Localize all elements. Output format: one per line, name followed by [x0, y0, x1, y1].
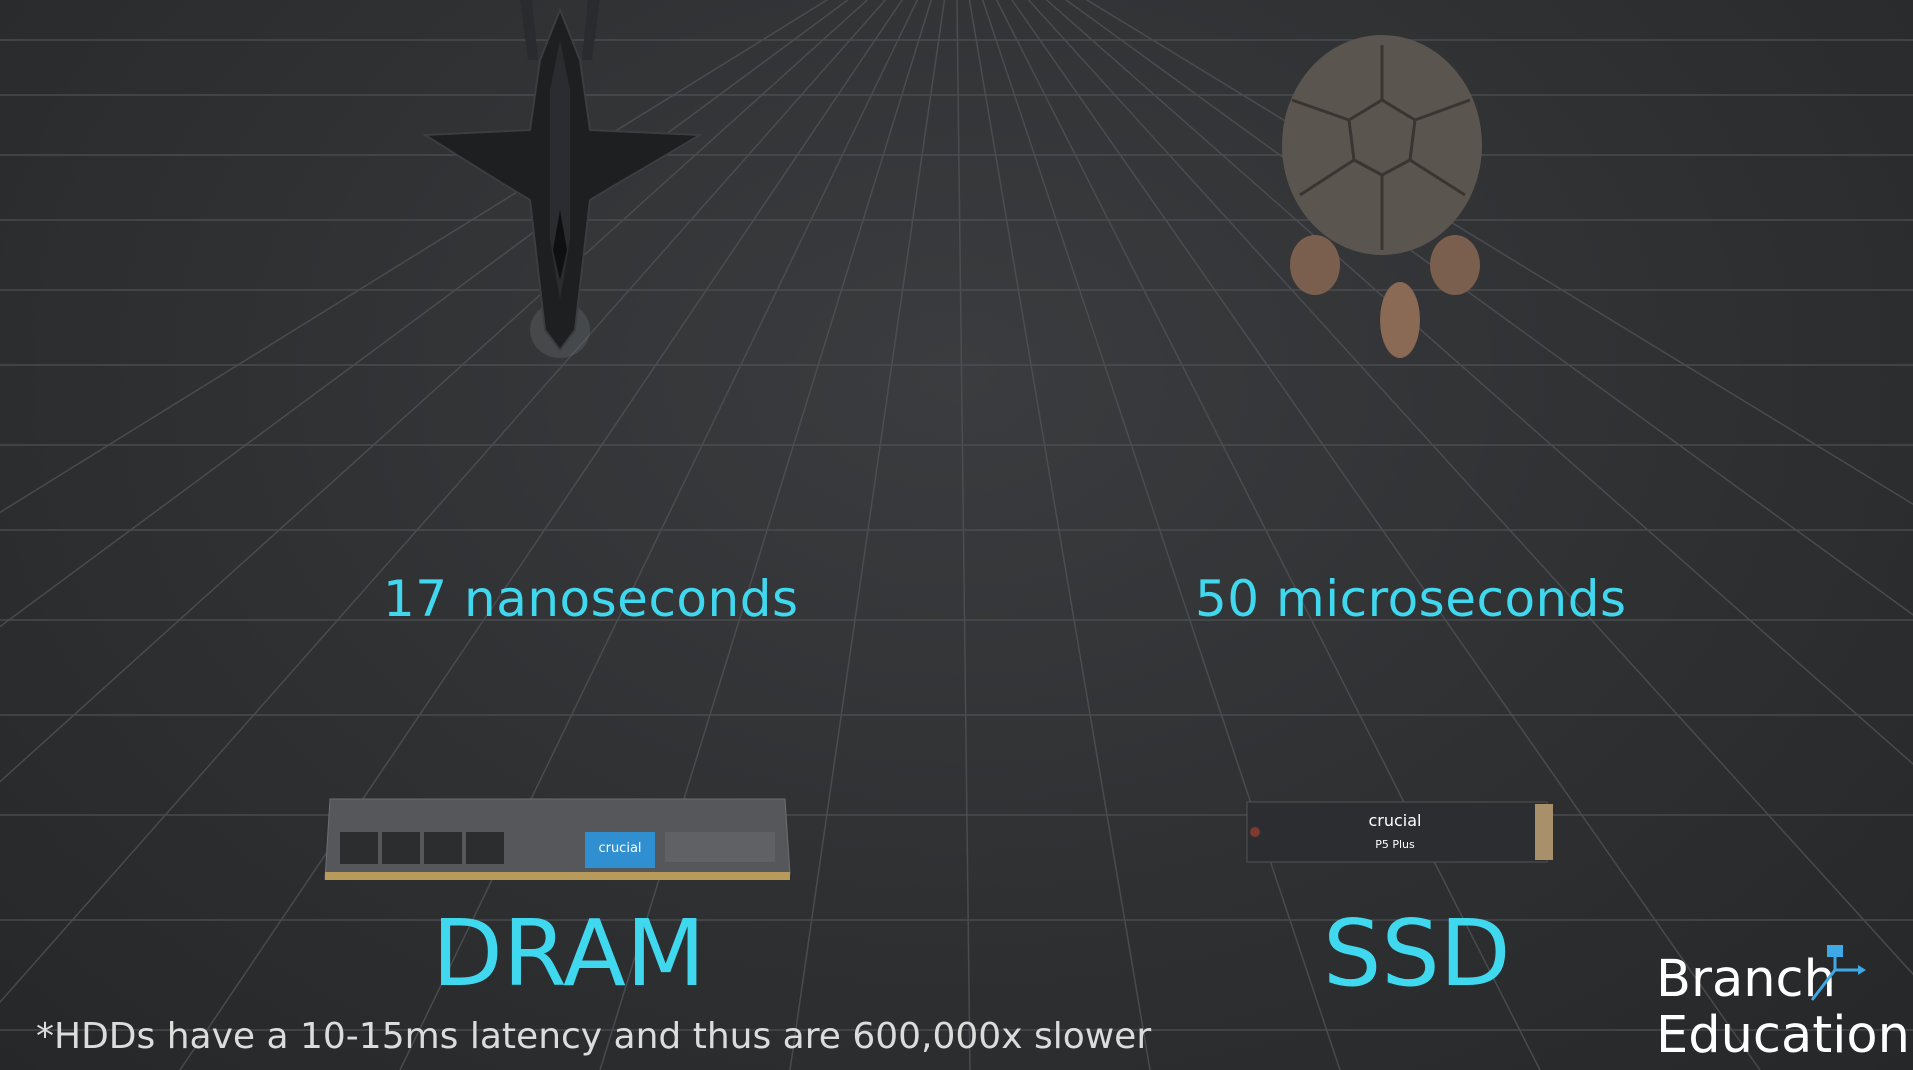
dram-title: DRAM: [432, 900, 706, 1007]
jet-icon: [421, 0, 704, 358]
ssd-chip-brand: crucial: [1368, 811, 1421, 830]
brand-line-2: Education: [1656, 1006, 1910, 1065]
dram-latency-label: 17 nanoseconds: [383, 570, 799, 628]
brand-line-1: Branch: [1656, 950, 1836, 1009]
ssd-module-image: crucial P5 Plus: [1246, 801, 1553, 863]
perspective-grid: [0, 0, 1913, 1070]
hdd-footnote: *HDDs have a 10-15ms latency and thus ar…: [36, 1016, 1152, 1057]
dram-chip-brand: crucial: [598, 841, 641, 856]
video-frame: 17 nanoseconds 50 microseconds crucial c…: [0, 0, 1913, 1070]
branch-logo-icon: [1810, 945, 1866, 1001]
ssd-latency-label: 50 microseconds: [1195, 570, 1627, 628]
tortoise-icon: [1282, 35, 1482, 358]
dram-module-image: crucial: [324, 798, 791, 880]
channel-logo: Branch Education: [1656, 952, 1910, 1064]
ssd-chip-model: P5 Plus: [1375, 838, 1415, 851]
ssd-title: SSD: [1323, 900, 1511, 1007]
